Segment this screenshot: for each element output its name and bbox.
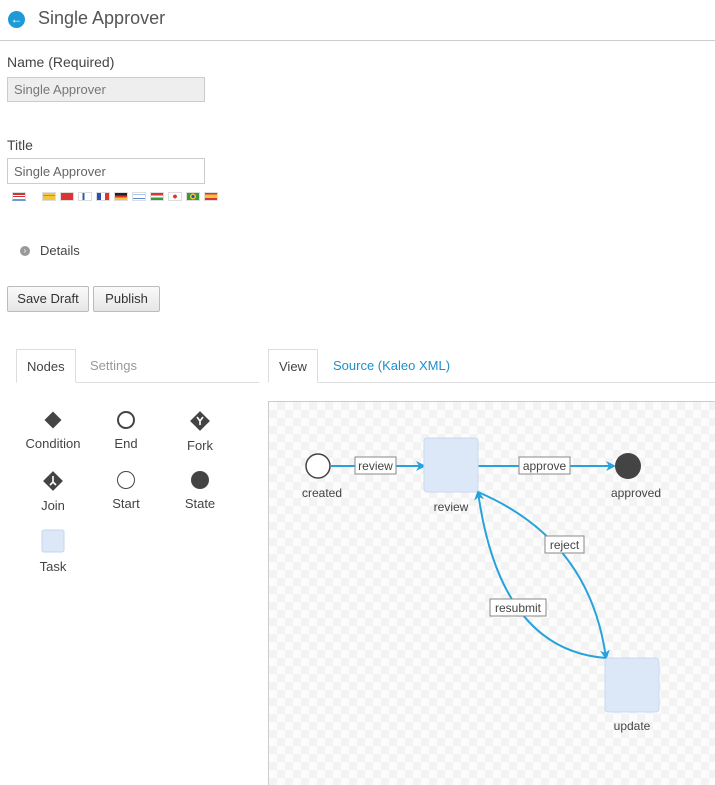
node-review-label: review — [433, 500, 469, 514]
node-update[interactable] — [604, 657, 660, 713]
edge-label-review: review — [358, 459, 393, 473]
node-review[interactable] — [423, 437, 479, 493]
node-update-label: update — [613, 719, 651, 733]
node-created-label: created — [301, 486, 343, 500]
edge-label-reject: reject — [550, 538, 580, 552]
edge-resubmit[interactable] — [474, 490, 607, 659]
node-approved[interactable] — [615, 453, 641, 479]
node-approved-label: approved — [610, 486, 662, 500]
edge-label-resubmit: resubmit — [495, 601, 542, 615]
edge-label-approve: approve — [523, 459, 567, 473]
workflow-diagram: review approve reject resubmit — [305, 437, 660, 713]
node-created[interactable] — [305, 453, 331, 479]
